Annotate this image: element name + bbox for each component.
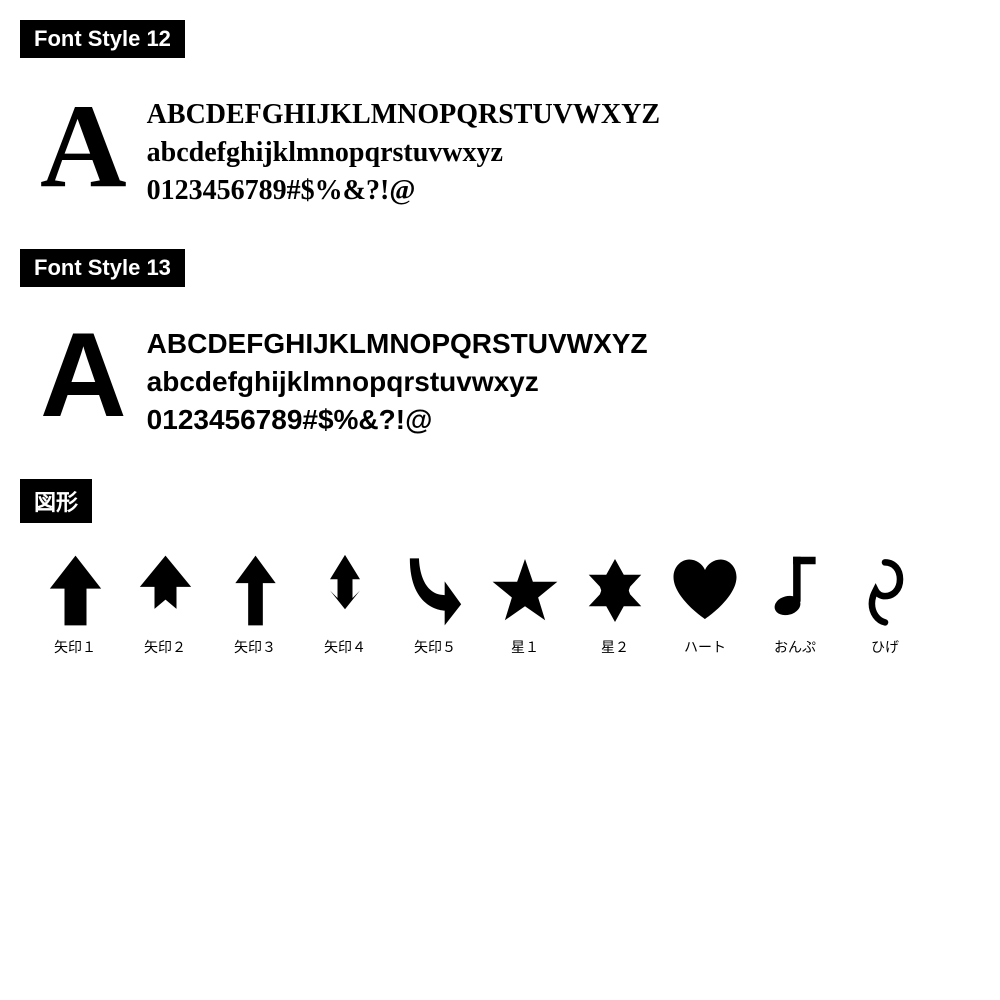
font-style-12-demo: A ABCDEFGHIJKLMNOPQRSTUVWXYZ abcdefghijk… bbox=[20, 76, 980, 219]
heart-label: ハート bbox=[684, 637, 726, 657]
shapes-header: 図形 bbox=[20, 479, 92, 523]
yajirushi2-label: 矢印２ bbox=[144, 637, 186, 657]
onpu-icon bbox=[760, 551, 830, 631]
shape-hoshi1: 星１ bbox=[480, 551, 570, 657]
font-style-12-section: Font Style 12 A ABCDEFGHIJKLMNOPQRSTUVWX… bbox=[20, 20, 980, 219]
hige-icon bbox=[850, 551, 920, 631]
font-style-13-chars: ABCDEFGHIJKLMNOPQRSTUVWXYZ abcdefghijklm… bbox=[147, 315, 648, 438]
hoshi2-label: 星２ bbox=[601, 637, 629, 657]
font-style-12-big-letter: A bbox=[40, 86, 127, 206]
font-style-13-header: Font Style 13 bbox=[20, 249, 185, 287]
shape-yajirushi5: 矢印５ bbox=[390, 551, 480, 657]
font-style-13-section: Font Style 13 A ABCDEFGHIJKLMNOPQRSTUVWX… bbox=[20, 249, 980, 448]
yajirushi1-icon bbox=[40, 551, 110, 631]
yajirushi3-icon bbox=[220, 551, 290, 631]
hige-label: ひげ bbox=[871, 637, 899, 657]
font-style-13-line1: ABCDEFGHIJKLMNOPQRSTUVWXYZ bbox=[147, 325, 648, 363]
hoshi1-icon bbox=[490, 551, 560, 631]
hoshi2-icon bbox=[580, 551, 650, 631]
font-style-12-line2: abcdefghijklmnopqrstuvwxyz bbox=[147, 134, 660, 172]
yajirushi4-label: 矢印４ bbox=[324, 637, 366, 657]
font-style-13-big-letter: A bbox=[40, 315, 127, 435]
font-style-12-header: Font Style 12 bbox=[20, 20, 185, 58]
shape-yajirushi2: 矢印２ bbox=[120, 551, 210, 657]
yajirushi5-label: 矢印５ bbox=[414, 637, 456, 657]
font-style-12-line1: ABCDEFGHIJKLMNOPQRSTUVWXYZ bbox=[147, 96, 660, 134]
yajirushi4-icon bbox=[310, 551, 380, 631]
font-style-13-demo: A ABCDEFGHIJKLMNOPQRSTUVWXYZ abcdefghijk… bbox=[20, 305, 980, 448]
heart-icon bbox=[670, 551, 740, 631]
shape-yajirushi4: 矢印４ bbox=[300, 551, 390, 657]
shape-hoshi2: 星２ bbox=[570, 551, 660, 657]
yajirushi5-icon bbox=[400, 551, 470, 631]
font-style-13-line2: abcdefghijklmnopqrstuvwxyz bbox=[147, 363, 648, 401]
yajirushi2-icon bbox=[130, 551, 200, 631]
shapes-section: 図形 矢印１ 矢印２ bbox=[20, 479, 980, 657]
font-style-12-line3: 0123456789#$%&?!@ bbox=[147, 172, 660, 210]
onpu-label: おんぷ bbox=[774, 637, 816, 657]
font-style-12-chars: ABCDEFGHIJKLMNOPQRSTUVWXYZ abcdefghijklm… bbox=[147, 86, 660, 209]
font-style-13-line3: 0123456789#$%&?!@ bbox=[147, 401, 648, 439]
yajirushi3-label: 矢印３ bbox=[234, 637, 276, 657]
shape-hige: ひげ bbox=[840, 551, 930, 657]
shapes-grid: 矢印１ 矢印２ 矢印３ bbox=[20, 541, 980, 657]
shape-yajirushi1: 矢印１ bbox=[30, 551, 120, 657]
yajirushi1-label: 矢印１ bbox=[54, 637, 96, 657]
shape-heart: ハート bbox=[660, 551, 750, 657]
hoshi1-label: 星１ bbox=[511, 637, 539, 657]
shape-onpu: おんぷ bbox=[750, 551, 840, 657]
shape-yajirushi3: 矢印３ bbox=[210, 551, 300, 657]
